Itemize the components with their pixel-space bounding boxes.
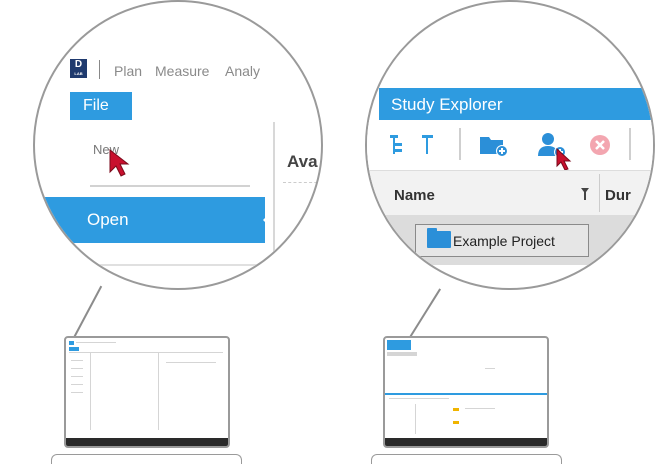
left-leader-line [71,285,102,342]
available-heading: Ava [287,152,318,171]
thumb-logo [69,341,74,345]
right-thumbnail [383,336,549,448]
collapse-tree-icon[interactable] [421,134,435,156]
menu-plan[interactable]: Plan [114,63,142,79]
filter-icon[interactable] [581,188,589,200]
thumb-header [387,340,411,350]
folder-icon [427,228,451,248]
thumb-header-line [69,352,223,353]
thumb-item [71,360,83,361]
thumb-menu [76,342,116,343]
column-header-duration[interactable]: Dur [605,187,631,204]
thumb-item [71,392,83,393]
thumb-item [71,384,83,385]
project-name: Example Project [453,233,555,249]
study-explorer-toolbar [367,120,653,170]
thumb-divider-2 [158,352,159,430]
left-caption-box [51,454,242,464]
add-folder-icon[interactable] [479,133,509,157]
column-separator [599,174,600,212]
thumb-bar [385,393,547,395]
thumb-item [166,362,216,363]
thumb-item [465,408,495,409]
expand-tree-icon[interactable] [389,134,405,156]
thumb-mark [453,421,459,424]
delete-icon[interactable] [589,134,611,156]
thumb-divider-1 [90,352,91,430]
thumb-divider [415,404,416,434]
cursor-arrow-icon [556,148,572,171]
selected-indicator [263,211,272,229]
menu-separator [99,60,100,79]
thumb-taskbar [385,438,547,446]
open-menu-item[interactable]: Open [35,197,265,243]
toolbar-separator [459,128,461,160]
bottom-divider [35,264,321,266]
panel-divider [273,122,275,272]
toolbar-separator [629,128,631,160]
thumb-item [485,368,495,369]
heading-underline [283,182,321,183]
right-magnifier: Study Explorer Name Dur Example Project [365,0,655,290]
cursor-arrow-icon [109,148,130,177]
left-thumbnail [64,336,230,448]
menu-measure[interactable]: Measure [155,63,209,79]
left-magnifier: D LAB Plan Measure Analy File New Ava Op… [33,0,323,290]
right-caption-box [371,454,562,464]
app-logo: D LAB [70,59,87,78]
thumb-item [71,368,83,369]
thumb-taskbar [66,438,228,446]
new-divider [90,185,250,187]
thumb-mark [453,408,459,411]
study-explorer-header: Study Explorer [379,88,653,120]
file-tab[interactable]: File [70,92,132,120]
menu-analyze[interactable]: Analy [225,63,260,79]
thumb-item [389,398,449,399]
thumb-toolbar [387,352,417,356]
thumb-file-tab [69,347,79,351]
column-header-name[interactable]: Name [394,187,435,204]
thumb-item [71,376,83,377]
